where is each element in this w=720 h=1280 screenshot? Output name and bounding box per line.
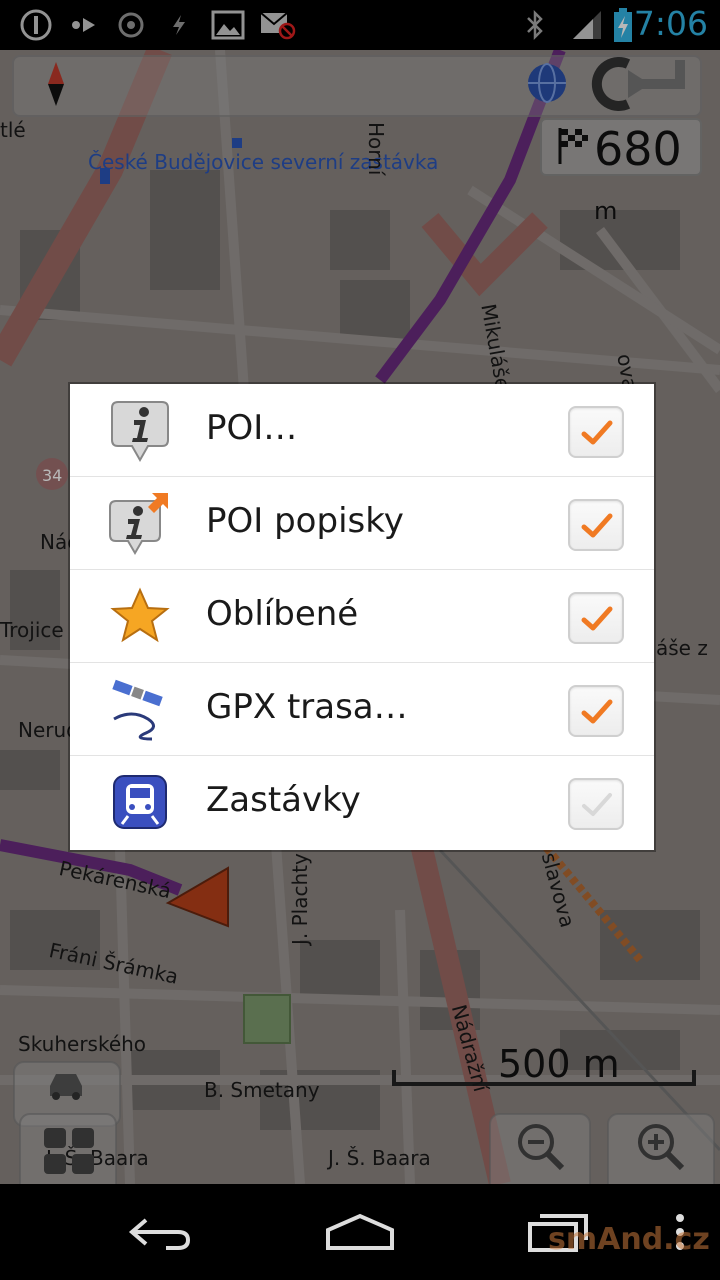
layer-checkbox-stops[interactable] — [568, 778, 624, 830]
home-icon[interactable] — [322, 1206, 398, 1258]
gpx-satellite-icon — [108, 677, 172, 741]
layer-label-gpx: GPX trasa… — [206, 687, 408, 727]
layer-label-stops: Zastávky — [206, 780, 361, 820]
back-icon[interactable] — [126, 1206, 194, 1258]
star-icon — [108, 584, 172, 648]
layer-label-favorites: Oblíbené — [206, 594, 359, 634]
watermark: smAnd.cz — [548, 1222, 710, 1257]
layer-item-poi-labels[interactable]: POI popisky — [70, 477, 654, 570]
layer-checkbox-favorites[interactable] — [568, 592, 624, 644]
layer-item-favorites[interactable]: Oblíbené — [70, 570, 654, 663]
poi-label-icon — [108, 491, 172, 555]
layer-item-poi[interactable]: POI… — [70, 384, 654, 477]
layer-item-stops[interactable]: Zastávky — [70, 756, 654, 849]
layer-checkbox-poi-labels[interactable] — [568, 499, 624, 551]
layer-label-poi-labels: POI popisky — [206, 501, 404, 541]
layer-item-gpx[interactable]: GPX trasa… — [70, 663, 654, 756]
layer-checkbox-poi[interactable] — [568, 406, 624, 458]
layer-checkbox-gpx[interactable] — [568, 685, 624, 737]
layers-dialog: POI… POI popisky Oblíbené GPX trasa… Zas… — [70, 384, 654, 850]
poi-info-icon — [108, 398, 172, 463]
train-icon — [108, 770, 172, 834]
layer-label-poi: POI… — [206, 408, 298, 448]
